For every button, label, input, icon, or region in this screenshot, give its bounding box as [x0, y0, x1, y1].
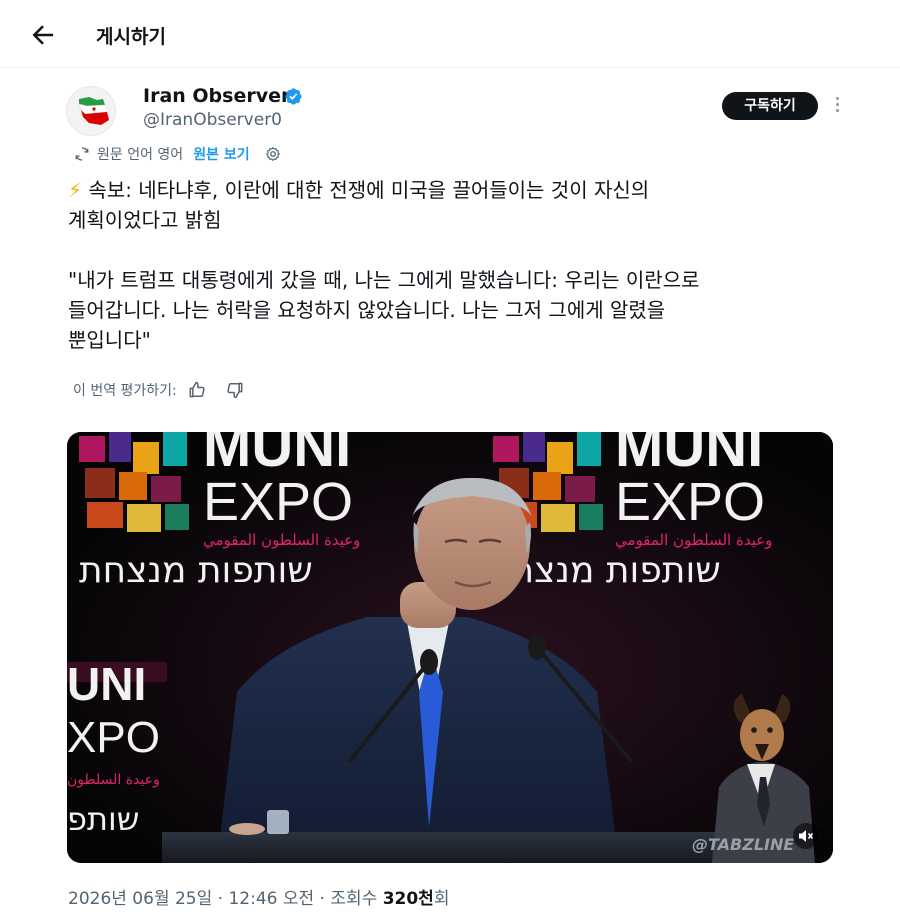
translate-icon [75, 147, 89, 161]
avatar[interactable] [66, 86, 116, 136]
source-language-label: 원문 언어 영어 [97, 147, 184, 163]
iran-flag-map-icon [78, 97, 109, 125]
tweet-text: ⚡ 속보: 네타냐후, 이란에 대한 전쟁에 미국을 끌어들이는 것이 자신의 … [68, 175, 828, 355]
lightning-emoji: ⚡ [68, 178, 83, 202]
video-player[interactable]: MUNI EXPO وعيدة السلطون المقومي שותפות מ… [67, 432, 833, 863]
back-arrow-icon[interactable] [28, 20, 58, 50]
page-title: 게시하기 [96, 26, 166, 48]
podium [162, 832, 782, 863]
thumbs-up-icon[interactable] [187, 380, 207, 400]
show-original-link[interactable]: 원본 보기 [193, 144, 249, 164]
side-banner-title: UNI [67, 658, 146, 710]
rate-translation-bar: 이 번역 평가하기: [73, 380, 245, 400]
video-watermark: @TABZLINE [692, 835, 794, 854]
side-banner-subtitle: XPO [67, 713, 160, 762]
banner-subtitle-right: EXPO [615, 472, 765, 532]
video-frame: MUNI EXPO وعيدة السلطون المقومي שותפות מ… [67, 432, 833, 863]
banner-subtitle-left: EXPO [203, 472, 353, 532]
translation-bar: 원문 언어 영어 원본 보기 [73, 144, 282, 164]
banner-arabic-right: وعيدة السلطون المقومي [615, 531, 772, 550]
verified-badge-icon [285, 88, 302, 105]
view-count-suffix: 회 [433, 889, 450, 909]
author-handle[interactable]: @IranObserver0 [143, 110, 282, 130]
mute-speaker-icon[interactable] [793, 823, 819, 849]
author-display-name[interactable]: Iran Observer [143, 85, 290, 107]
top-bar: 게시하기 [0, 0, 900, 68]
rate-translation-label: 이 번역 평가하기: [73, 383, 177, 399]
tweet-headline: 속보: 네타냐후, 이란에 대한 전쟁에 미국을 끌어들이는 것이 자신의 계획… [68, 178, 650, 232]
tweet-timestamp: 2026년 06월 25일 · 12:46 오전 · 조회수 320천회 [68, 884, 449, 909]
timestamp-text: 2026년 06월 25일 · 12:46 오전 · 조회수 [68, 889, 383, 909]
side-banner-hebrew: שותפ [67, 800, 139, 838]
banner-arabic-left: وعيدة السلطون المقومي [203, 531, 360, 550]
side-banner-arabic: وعيدة السلطون [67, 772, 160, 788]
water-bottle [267, 810, 289, 834]
view-count[interactable]: 320천 [383, 889, 434, 909]
banner-hebrew-left: שותפות מנצחת [79, 550, 313, 591]
more-vertical-icon[interactable] [829, 94, 845, 118]
expo-logo-left [79, 432, 189, 532]
gear-icon[interactable] [264, 145, 282, 163]
tweet-quote: "내가 트럼프 대통령에게 갔을 때, 나는 그에게 말했습니다: 우리는 이란… [68, 268, 700, 352]
subscribe-button[interactable]: 구독하기 [722, 92, 818, 120]
thumbs-down-icon[interactable] [225, 380, 245, 400]
